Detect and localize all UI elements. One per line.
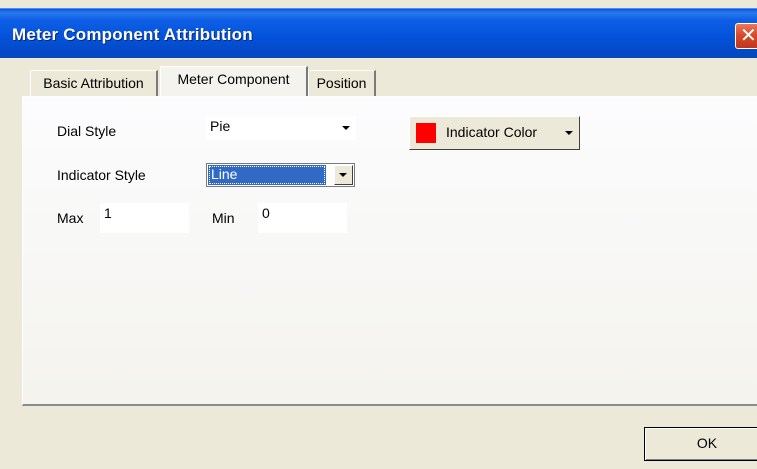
ok-button-label: OK <box>696 435 718 451</box>
dial-style-value: Pie <box>210 118 231 134</box>
color-swatch <box>416 123 436 143</box>
max-label: Max <box>57 210 84 226</box>
dial-style-label: Dial Style <box>57 123 117 139</box>
indicator-style-value: Line <box>211 166 238 182</box>
max-value: 1 <box>104 205 112 221</box>
dropdown-button[interactable] <box>334 165 353 185</box>
min-value: 0 <box>262 205 270 221</box>
tab-strip: Basic Attribution Meter Component Positi… <box>0 58 757 98</box>
title-bar[interactable]: Meter Component Attribution ✕ <box>0 8 757 58</box>
close-button[interactable]: ✕ <box>735 23 757 49</box>
dial-style-select[interactable]: Pie <box>206 116 356 140</box>
min-input[interactable]: 0 <box>258 203 347 233</box>
max-input[interactable]: 1 <box>100 203 189 233</box>
chevron-down-icon <box>342 126 350 130</box>
dialog-window: Meter Component Attribution ✕ Basic Attr… <box>0 0 757 469</box>
tab-panel-meter-component <box>22 96 757 406</box>
indicator-color-label: Indicator Color <box>446 124 538 140</box>
tab-position[interactable]: Position <box>308 70 376 96</box>
indicator-style-label: Indicator Style <box>57 167 146 183</box>
ok-button[interactable]: OK <box>644 427 757 461</box>
tab-meter-component[interactable]: Meter Component <box>160 66 308 96</box>
tab-basic-attribution[interactable]: Basic Attribution <box>30 70 158 96</box>
min-label: Min <box>212 210 235 226</box>
chevron-down-icon <box>339 173 347 177</box>
indicator-style-select[interactable]: Line <box>206 163 355 187</box>
indicator-color-button[interactable]: Indicator Color <box>409 116 580 150</box>
close-icon: ✕ <box>740 25 757 47</box>
chevron-down-icon <box>565 131 573 135</box>
window-title: Meter Component Attribution <box>12 25 253 44</box>
